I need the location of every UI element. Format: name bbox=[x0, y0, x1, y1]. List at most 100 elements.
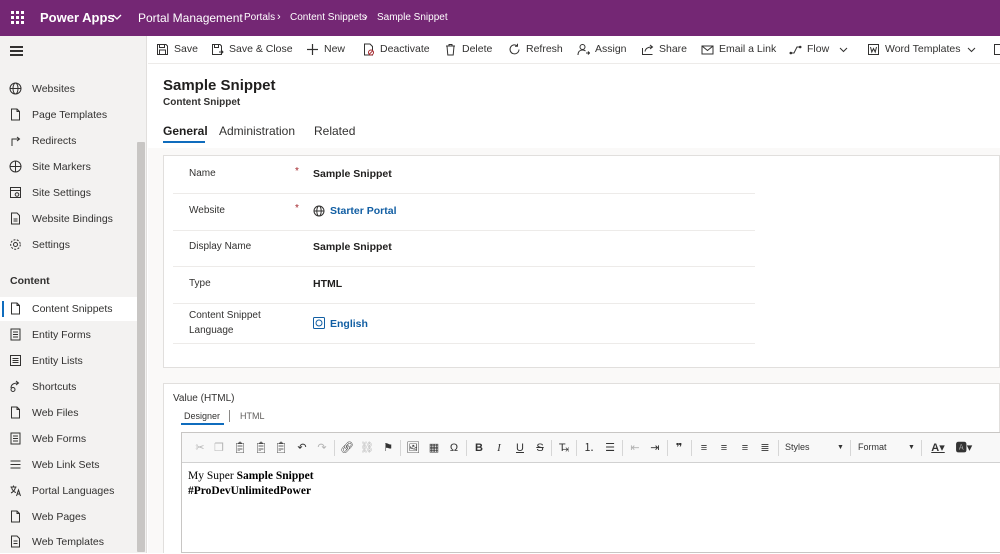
menu-icon[interactable] bbox=[10, 46, 23, 56]
paste-word-icon[interactable]: 📋︎ bbox=[274, 441, 288, 455]
cut-icon[interactable]: ✂ bbox=[193, 441, 207, 455]
sidebar-item-site-settings[interactable]: Site Settings bbox=[0, 181, 137, 205]
language-icon bbox=[9, 484, 22, 497]
word-templates-button[interactable]: Word Templates bbox=[867, 43, 979, 57]
align-center-icon[interactable]: ≡ bbox=[717, 441, 731, 455]
overflow-button[interactable] bbox=[993, 43, 1000, 57]
paste-text-icon[interactable]: 📋︎ bbox=[254, 441, 268, 455]
sidebar-item-entity-forms[interactable]: Entity Forms bbox=[0, 323, 137, 347]
special-char-icon[interactable]: Ω bbox=[447, 441, 461, 455]
undo-icon[interactable]: ↶ bbox=[295, 441, 309, 455]
sidebar-item-redirects[interactable]: Redirects bbox=[0, 129, 137, 153]
sidebar-item-shortcuts[interactable]: Shortcuts bbox=[0, 375, 137, 399]
editor-content[interactable]: My Super Sample Snippet #ProDevUnlimited… bbox=[188, 469, 314, 499]
field-language[interactable]: Content Snippet Language English bbox=[173, 304, 755, 344]
field-name[interactable]: Name * Sample Snippet bbox=[173, 158, 755, 194]
sidebar-item-site-markers[interactable]: Site Markers bbox=[0, 155, 137, 179]
tab-general[interactable]: General bbox=[163, 124, 208, 138]
indent-icon[interactable]: ⇥ bbox=[648, 441, 662, 455]
bold-icon[interactable]: B bbox=[472, 441, 486, 455]
app-launcher-icon[interactable] bbox=[11, 11, 25, 25]
toolbar-separator bbox=[778, 440, 779, 456]
justify-icon[interactable]: ≣ bbox=[758, 441, 772, 455]
field-value-display-name[interactable]: Sample Snippet bbox=[313, 241, 392, 253]
rich-text-editor[interactable]: ✂ ❐ 📋︎ 📋︎ 📋︎ ↶ ↷ 🔗︎ ⛓ ⚑ 🖼︎ ▦ Ω B I U S T… bbox=[181, 432, 1000, 553]
required-indicator: * bbox=[295, 166, 299, 177]
sidebar-item-settings[interactable]: Settings bbox=[0, 233, 137, 257]
styles-dropdown[interactable]: Styles ▼ bbox=[785, 439, 847, 456]
save-button[interactable]: Save bbox=[156, 43, 206, 57]
breadcrumb-current: Sample Snippet bbox=[377, 12, 448, 23]
module-name[interactable]: Portal Management bbox=[138, 11, 243, 25]
sidebar-item-label: Site Markers bbox=[32, 161, 91, 173]
binding-icon bbox=[9, 212, 22, 225]
clear-format-icon[interactable]: T̶ₓ bbox=[557, 441, 571, 455]
field-value-language[interactable]: English bbox=[330, 318, 368, 330]
strikethrough-icon[interactable]: S bbox=[533, 441, 547, 455]
underline-icon[interactable]: U bbox=[513, 441, 527, 455]
deactivate-button[interactable]: Deactivate bbox=[362, 43, 432, 57]
assign-button[interactable]: Assign bbox=[577, 43, 627, 57]
sidebar-item-label: Web Link Sets bbox=[32, 459, 100, 471]
email-link-button[interactable]: Email a Link bbox=[701, 43, 773, 57]
image-icon[interactable]: 🖼︎ bbox=[406, 441, 420, 455]
delete-button[interactable]: Delete bbox=[444, 43, 492, 57]
copy-icon[interactable]: ❐ bbox=[212, 441, 226, 455]
numbered-list-icon[interactable]: ⒈ bbox=[582, 441, 596, 455]
chevron-down-icon[interactable] bbox=[111, 11, 123, 23]
refresh-button[interactable]: Refresh bbox=[508, 43, 562, 57]
sidebar-item-websites[interactable]: Websites bbox=[0, 77, 137, 101]
sidebar-item-page-templates[interactable]: Page Templates bbox=[0, 103, 137, 127]
save-close-button[interactable]: Save & Close bbox=[211, 43, 291, 57]
field-display-name[interactable]: Display Name Sample Snippet bbox=[173, 231, 755, 267]
table-icon[interactable]: ▦ bbox=[427, 441, 441, 455]
word-template-icon bbox=[867, 43, 880, 56]
align-left-icon[interactable]: ≡ bbox=[697, 441, 711, 455]
globe-icon bbox=[9, 82, 22, 95]
command-bar: Save Save & Close New Deactivate Delete … bbox=[148, 36, 1000, 64]
format-dropdown[interactable]: Format ▼ bbox=[858, 439, 918, 456]
flow-icon bbox=[789, 43, 802, 56]
app-name[interactable]: Power Apps bbox=[40, 10, 115, 25]
breadcrumb-portals[interactable]: Portals bbox=[244, 12, 275, 23]
unlink-icon[interactable]: ⛓ bbox=[360, 441, 374, 455]
sidebar-item-portal-languages[interactable]: Portal Languages bbox=[0, 479, 137, 503]
sidebar-item-web-pages[interactable]: Web Pages bbox=[0, 505, 137, 529]
field-website[interactable]: Website * Starter Portal bbox=[173, 194, 755, 231]
active-editor-tab-indicator bbox=[181, 423, 224, 425]
tab-administration[interactable]: Administration bbox=[219, 124, 295, 138]
flow-button[interactable]: Flow bbox=[789, 43, 851, 57]
outdent-icon[interactable]: ⇤ bbox=[628, 441, 642, 455]
tab-html[interactable]: HTML bbox=[240, 411, 265, 421]
tab-related[interactable]: Related bbox=[314, 124, 355, 138]
field-type[interactable]: Type HTML bbox=[173, 267, 755, 304]
anchor-flag-icon[interactable]: ⚑ bbox=[381, 441, 395, 455]
field-value-website[interactable]: Starter Portal bbox=[330, 205, 397, 217]
sidebar-scrollbar[interactable] bbox=[137, 142, 145, 552]
blockquote-icon[interactable]: ❞ bbox=[672, 441, 686, 455]
field-value-type[interactable]: HTML bbox=[313, 278, 342, 290]
breadcrumb-content-snippets[interactable]: Content Snippets bbox=[290, 12, 367, 23]
bulleted-list-icon[interactable]: ☰ bbox=[603, 441, 617, 455]
field-value-name[interactable]: Sample Snippet bbox=[313, 168, 392, 180]
field-label-type: Type bbox=[189, 276, 211, 291]
sidebar-item-website-bindings[interactable]: Website Bindings bbox=[0, 207, 137, 231]
delete-label: Delete bbox=[462, 43, 492, 55]
tab-designer[interactable]: Designer bbox=[184, 411, 220, 421]
redo-icon[interactable]: ↷ bbox=[315, 441, 329, 455]
sidebar-item-content-snippets[interactable]: Content Snippets bbox=[0, 297, 137, 321]
link-icon[interactable]: 🔗︎ bbox=[340, 441, 354, 455]
share-button[interactable]: Share bbox=[641, 43, 687, 57]
align-right-icon[interactable]: ≡ bbox=[738, 441, 752, 455]
new-button[interactable]: New bbox=[306, 43, 346, 57]
save-icon bbox=[156, 43, 169, 56]
background-color-icon[interactable]: 🅰︎▾ bbox=[954, 441, 974, 455]
sidebar-item-web-link-sets[interactable]: Web Link Sets bbox=[0, 453, 137, 477]
sidebar-item-web-templates[interactable]: Web Templates bbox=[0, 530, 137, 554]
sidebar-item-web-files[interactable]: Web Files bbox=[0, 401, 137, 425]
italic-icon[interactable]: I bbox=[492, 441, 506, 455]
text-color-icon[interactable]: A▾ bbox=[928, 441, 948, 455]
sidebar-item-entity-lists[interactable]: Entity Lists bbox=[0, 349, 137, 373]
sidebar-item-web-forms[interactable]: Web Forms bbox=[0, 427, 137, 451]
paste-icon[interactable]: 📋︎ bbox=[233, 441, 247, 455]
